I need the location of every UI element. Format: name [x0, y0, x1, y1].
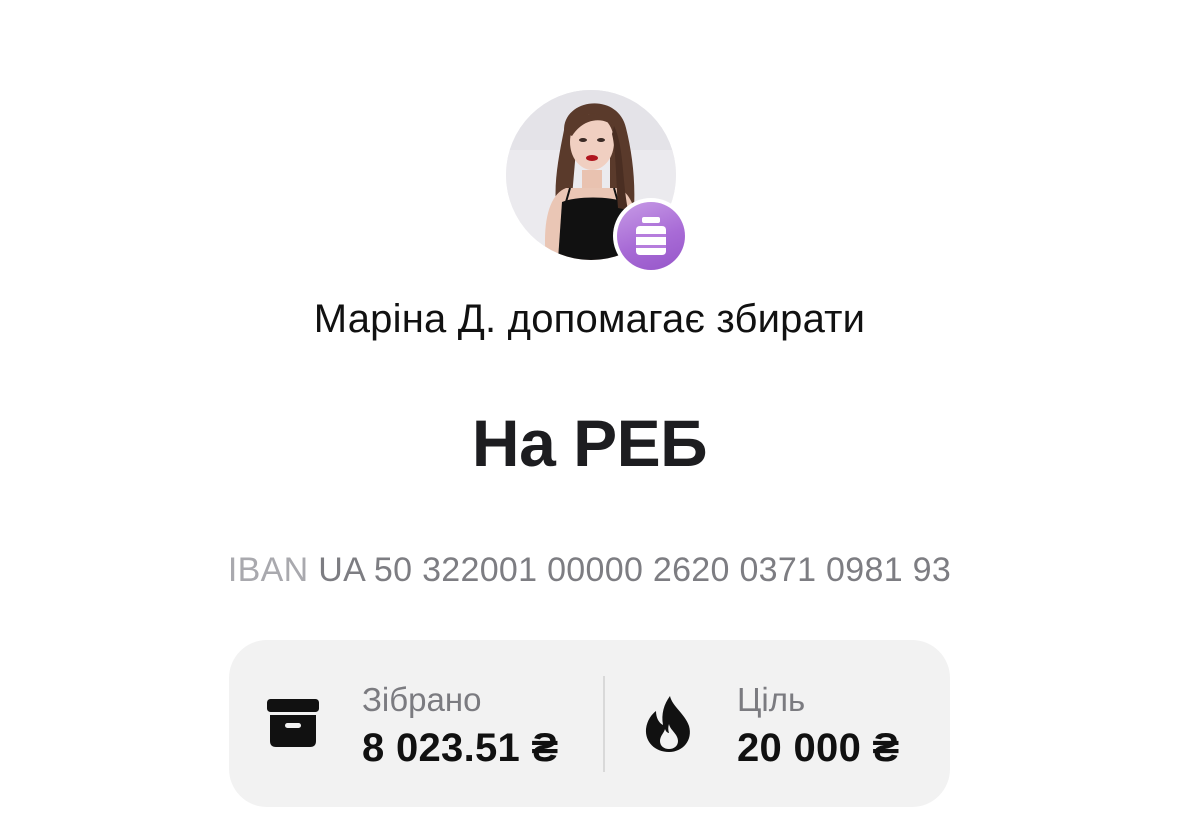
iban-label: IBAN	[227, 551, 309, 589]
stats-divider	[603, 676, 605, 772]
jar-stats-card: Зібрано 8 023.51 ₴ Ціль 20 000 ₴	[229, 640, 950, 807]
iban-row[interactable]: IBAN UA 50 322001 00000 2620 0371 0981 9…	[0, 550, 1179, 590]
jar-title: На РЕБ	[471, 406, 708, 480]
goal-value: 20 000 ₴	[737, 726, 900, 770]
iban-number[interactable]: UA 50 322001 00000 2620 0371 0981 93	[318, 551, 951, 589]
goal-label: Ціль	[737, 681, 806, 718]
jar-icon	[636, 217, 666, 255]
jar-badge	[613, 198, 689, 274]
collected-label: Зібрано	[362, 681, 482, 718]
archive-box-icon	[267, 699, 319, 747]
flame-icon	[645, 696, 690, 752]
profile-header	[506, 90, 689, 274]
collector-text: Маріна Д. допомагає збирати	[313, 297, 866, 341]
collected-value: 8 023.51 ₴	[362, 726, 559, 770]
